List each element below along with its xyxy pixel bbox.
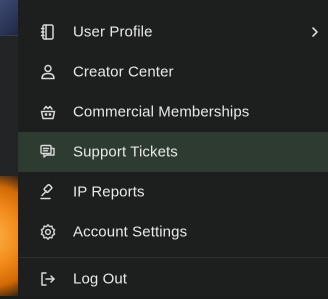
notebook-icon bbox=[39, 23, 57, 41]
menu-item-label: Creator Center bbox=[73, 63, 174, 81]
menu-divider bbox=[18, 257, 328, 258]
logout-icon bbox=[39, 270, 57, 288]
menu-item-label: Account Settings bbox=[73, 223, 188, 241]
menu-item-label: IP Reports bbox=[73, 183, 145, 201]
menu-item-label: Commercial Memberships bbox=[73, 103, 250, 121]
chevron-right-icon bbox=[310, 25, 320, 39]
gavel-icon bbox=[39, 183, 57, 201]
menu-item-support-tickets[interactable]: Support Tickets bbox=[18, 132, 328, 172]
menu-item-account-settings[interactable]: Account Settings bbox=[18, 212, 328, 252]
crown-basket-icon bbox=[39, 103, 57, 121]
menu-item-log-out[interactable]: Log Out bbox=[18, 259, 328, 299]
menu-item-label: User Profile bbox=[73, 23, 153, 41]
user-dropdown-menu: User Profile Creator Center Commercial M… bbox=[18, 0, 328, 296]
menu-item-label: Support Tickets bbox=[73, 143, 178, 161]
menu-item-creator-center[interactable]: Creator Center bbox=[18, 52, 328, 92]
menu-item-commercial-memberships[interactable]: Commercial Memberships bbox=[18, 92, 328, 132]
user-icon bbox=[39, 63, 57, 81]
background-artwork-top bbox=[0, 0, 20, 36]
background-artwork-orange bbox=[0, 176, 20, 296]
menu-item-user-profile[interactable]: User Profile bbox=[18, 12, 328, 52]
menu-item-ip-reports[interactable]: IP Reports bbox=[18, 172, 328, 212]
menu-item-label: Log Out bbox=[73, 270, 128, 288]
chat-bubbles-icon bbox=[39, 143, 57, 161]
background-panel bbox=[0, 36, 20, 186]
gear-icon bbox=[39, 223, 57, 241]
